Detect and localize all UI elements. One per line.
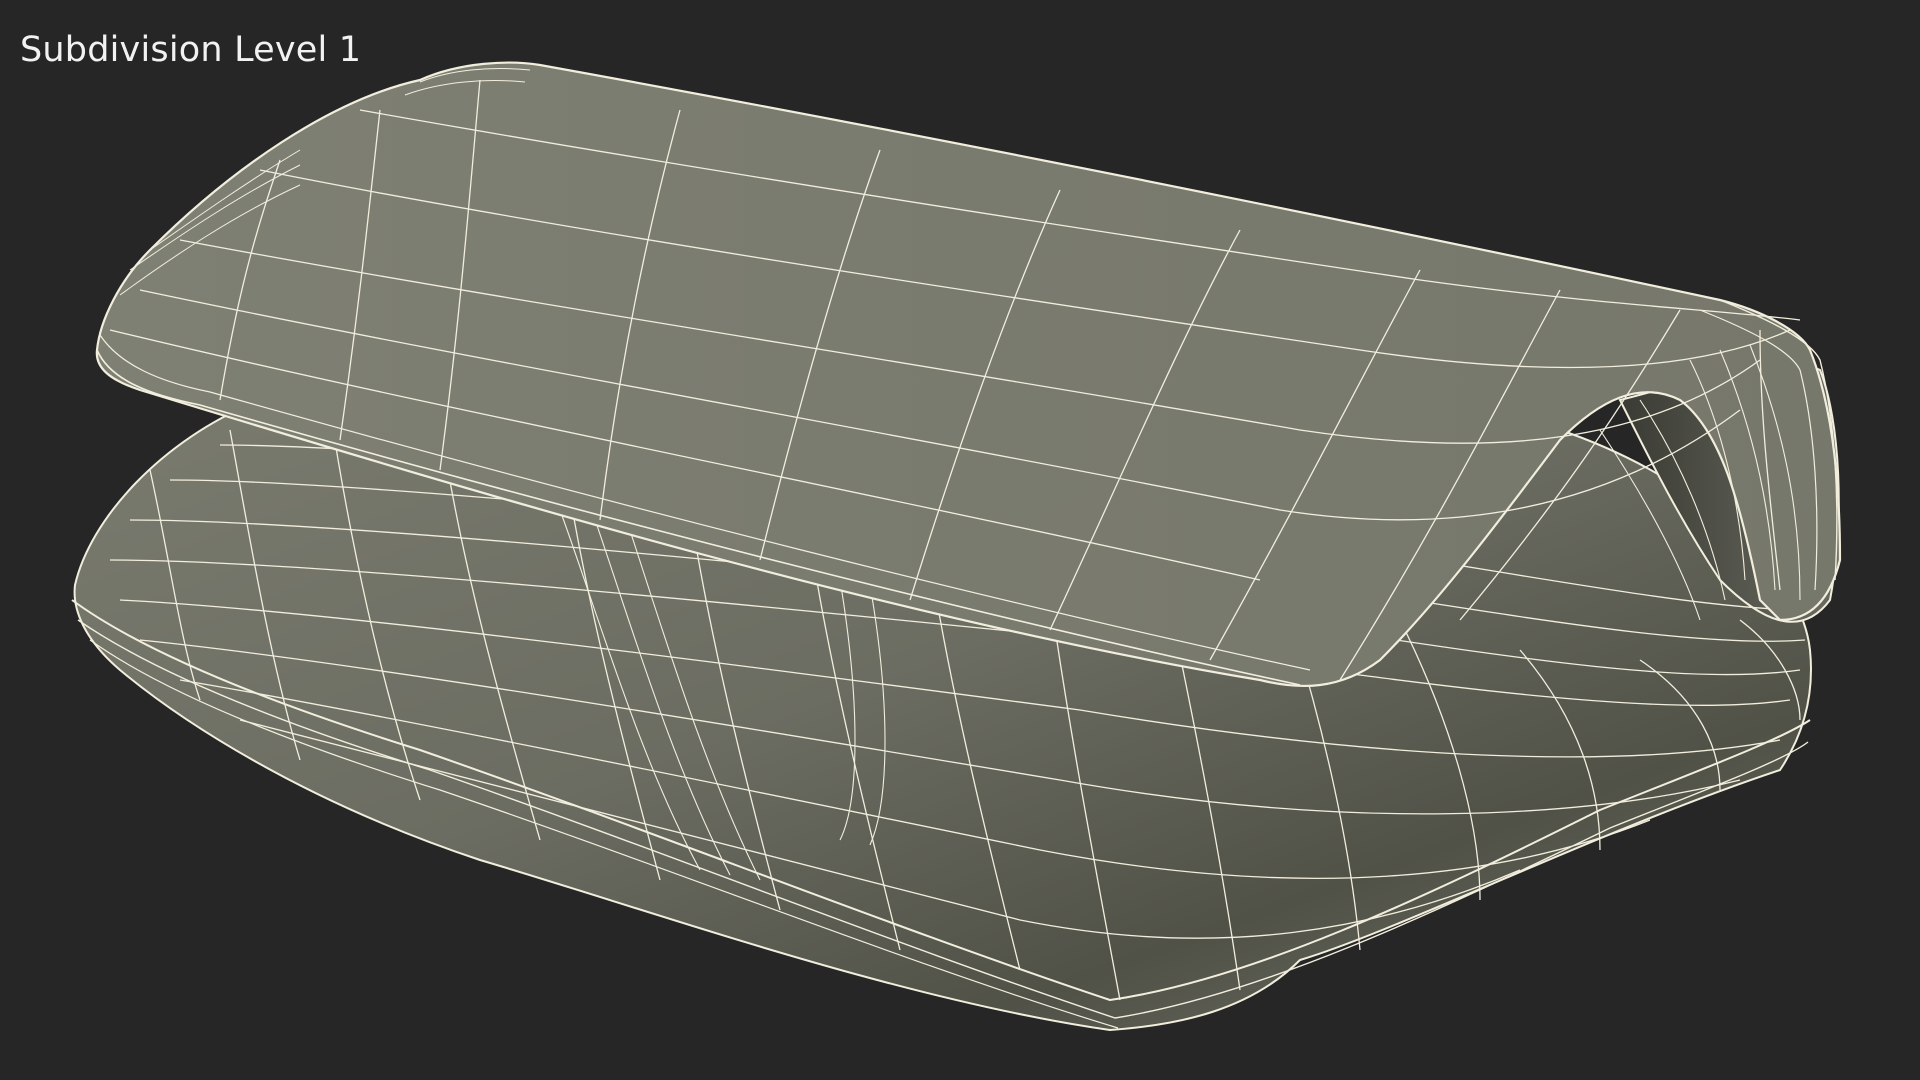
wireframe-render [71, 61, 1842, 1032]
render-viewport: Subdivision Level 1 [0, 0, 1920, 1080]
subdivision-level-label: Subdivision Level 1 [20, 30, 362, 70]
